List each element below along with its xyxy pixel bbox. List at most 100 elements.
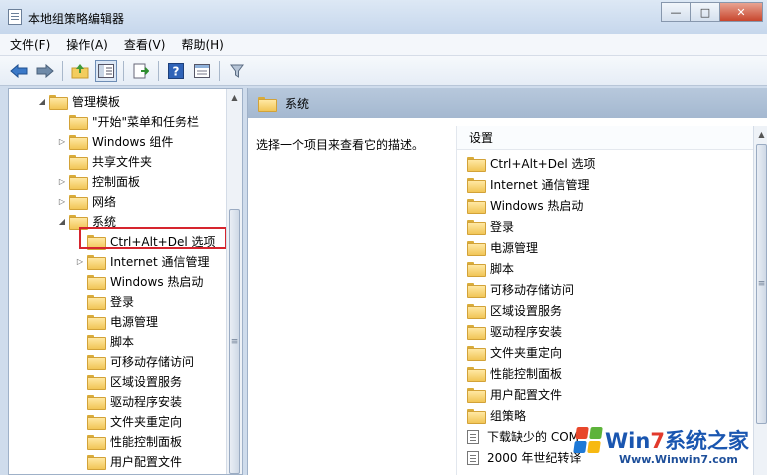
tree-scroll-thumb[interactable]: ≡: [229, 209, 240, 474]
folder-icon: [87, 274, 106, 290]
maximize-button[interactable]: □: [690, 2, 720, 22]
tree-item-removable-storage[interactable]: 可移动存储访问: [73, 351, 194, 371]
tree-scrollbar[interactable]: ▲ ≡: [226, 89, 242, 474]
list-item-label: 脚本: [490, 262, 515, 276]
tree-item-scripts[interactable]: 脚本: [73, 331, 134, 351]
collapse-arrow-icon[interactable]: ◢: [55, 217, 69, 226]
list-scroll-thumb[interactable]: ≡: [756, 144, 767, 424]
list-item[interactable]: 下载缺少的 COM: [467, 426, 579, 447]
list-item[interactable]: 脚本: [467, 258, 514, 279]
scroll-up-arrow-icon[interactable]: ▲: [754, 126, 767, 142]
tree-pane: ◢ 管理模板 "开始"菜单和任务栏 ▷ Windows 组件 共享文件夹 ▷ 控…: [8, 88, 243, 475]
menu-action[interactable]: 操作(A): [66, 36, 108, 53]
folder-icon: [87, 254, 106, 270]
list-item[interactable]: 区域设置服务: [467, 300, 562, 321]
tree-item-network[interactable]: ▷ 网络: [55, 191, 116, 211]
tree-item-label: "开始"菜单和任务栏: [92, 114, 200, 129]
list-item-label: 登录: [490, 220, 515, 234]
folder-icon: [87, 334, 106, 350]
list-item[interactable]: 可移动存储访问: [467, 279, 574, 300]
folder-icon: [87, 314, 106, 330]
column-header-settings[interactable]: 设置: [457, 126, 757, 150]
tree-item-user-profiles[interactable]: 用户配置文件: [73, 451, 182, 471]
watermark-url: Www.Winwin7.com: [619, 453, 738, 466]
folder-icon: [467, 388, 486, 403]
tree-item-shared-folders[interactable]: 共享文件夹: [55, 151, 152, 171]
tree-item-logon[interactable]: 登录: [73, 291, 134, 311]
app-icon: [8, 9, 22, 25]
tree-item-windows-hot-start[interactable]: Windows 热启动: [73, 271, 203, 291]
folder-icon: [258, 96, 277, 112]
tree-item-power[interactable]: 电源管理: [73, 311, 158, 331]
tree-item-perf-control-panel[interactable]: 性能控制面板: [73, 431, 182, 451]
export-list-icon[interactable]: [130, 60, 152, 82]
tree-item-start-menu[interactable]: "开始"菜单和任务栏: [55, 111, 199, 131]
show-hide-tree-icon[interactable]: [95, 59, 117, 82]
detail-pane: 系统 选择一个项目来查看它的描述。 设置 Ctrl+Alt+Del 选项 Int…: [247, 88, 767, 475]
folder-icon: [69, 114, 88, 130]
watermark-brand-prefix: Win: [605, 429, 651, 453]
tree-item-label: 性能控制面板: [110, 434, 183, 449]
watermark-brand-digit: 7: [650, 429, 665, 453]
list-item[interactable]: Internet 通信管理: [467, 174, 589, 195]
tree-item-internet-comm[interactable]: ▷ Internet 通信管理: [73, 251, 209, 271]
tree-item-label: 登录: [110, 294, 135, 309]
list-item-label: Ctrl+Alt+Del 选项: [490, 157, 596, 171]
tree-item-label: 文件夹重定向: [110, 414, 183, 429]
list-item-label: 性能控制面板: [490, 367, 563, 381]
list-item[interactable]: 用户配置文件: [467, 384, 562, 405]
folder-icon: [467, 325, 486, 340]
forward-icon[interactable]: [34, 60, 56, 82]
tree-item-label: Windows 热启动: [110, 274, 204, 289]
menu-file[interactable]: 文件(F): [10, 36, 50, 53]
list-item[interactable]: 性能控制面板: [467, 363, 562, 384]
tree-item-label: 脚本: [110, 334, 135, 349]
expand-arrow-icon[interactable]: ▷: [55, 177, 69, 186]
tree-item-driver-install[interactable]: 驱动程序安装: [73, 391, 182, 411]
tree-item-label: 控制面板: [92, 174, 141, 189]
menu-view[interactable]: 查看(V): [124, 36, 166, 53]
folder-icon: [69, 134, 88, 150]
tree-item-control-panel[interactable]: ▷ 控制面板: [55, 171, 140, 191]
menu-bar: 文件(F) 操作(A) 查看(V) 帮助(H): [0, 34, 767, 56]
expand-arrow-icon[interactable]: ▷: [73, 257, 87, 266]
setting-icon: [467, 429, 479, 444]
tree-item-admin-templates[interactable]: ◢ 管理模板: [35, 91, 120, 111]
folder-icon: [69, 214, 88, 230]
list-item[interactable]: 2000 年世纪转译: [467, 447, 581, 468]
back-icon[interactable]: [8, 60, 30, 82]
watermark-brand-suffix: 系统之家: [664, 429, 749, 453]
up-folder-icon[interactable]: [69, 60, 91, 82]
list-item[interactable]: 组策略: [467, 405, 526, 426]
highlight-annotation-box: [79, 227, 227, 249]
list-item[interactable]: Windows 热启动: [467, 195, 583, 216]
list-item-label: 2000 年世纪转译: [487, 451, 582, 465]
folder-icon: [467, 262, 486, 277]
list-item[interactable]: 登录: [467, 216, 514, 237]
list-item[interactable]: Ctrl+Alt+Del 选项: [467, 153, 595, 174]
tree-item-windows-components[interactable]: ▷ Windows 组件: [55, 131, 173, 151]
expand-arrow-icon[interactable]: ▷: [55, 137, 69, 146]
properties-icon[interactable]: [191, 60, 213, 82]
collapse-arrow-icon[interactable]: ◢: [35, 97, 49, 106]
list-item[interactable]: 文件夹重定向: [467, 342, 562, 363]
menu-help[interactable]: 帮助(H): [181, 36, 223, 53]
tree-item-folder-redirection[interactable]: 文件夹重定向: [73, 411, 182, 431]
minimize-button[interactable]: —: [661, 2, 691, 22]
tree-item-locale-services[interactable]: 区域设置服务: [73, 371, 182, 391]
folder-icon: [87, 374, 106, 390]
scroll-up-arrow-icon[interactable]: ▲: [227, 89, 242, 105]
filter-icon[interactable]: [226, 60, 248, 82]
list-item[interactable]: 电源管理: [467, 237, 538, 258]
list-item[interactable]: 驱动程序安装: [467, 321, 562, 342]
expand-arrow-icon[interactable]: ▷: [55, 197, 69, 206]
watermark-brand: Win7系统之家: [605, 425, 749, 455]
list-item-label: 用户配置文件: [490, 388, 563, 402]
toolbar-separator: [219, 60, 220, 81]
list-item-label: Windows 热启动: [490, 199, 584, 213]
detail-header: 系统: [248, 88, 767, 118]
close-button[interactable]: ✕: [719, 2, 763, 22]
folder-icon: [467, 199, 486, 214]
list-item-label: 区域设置服务: [490, 304, 563, 318]
help-icon[interactable]: ?: [165, 60, 187, 82]
